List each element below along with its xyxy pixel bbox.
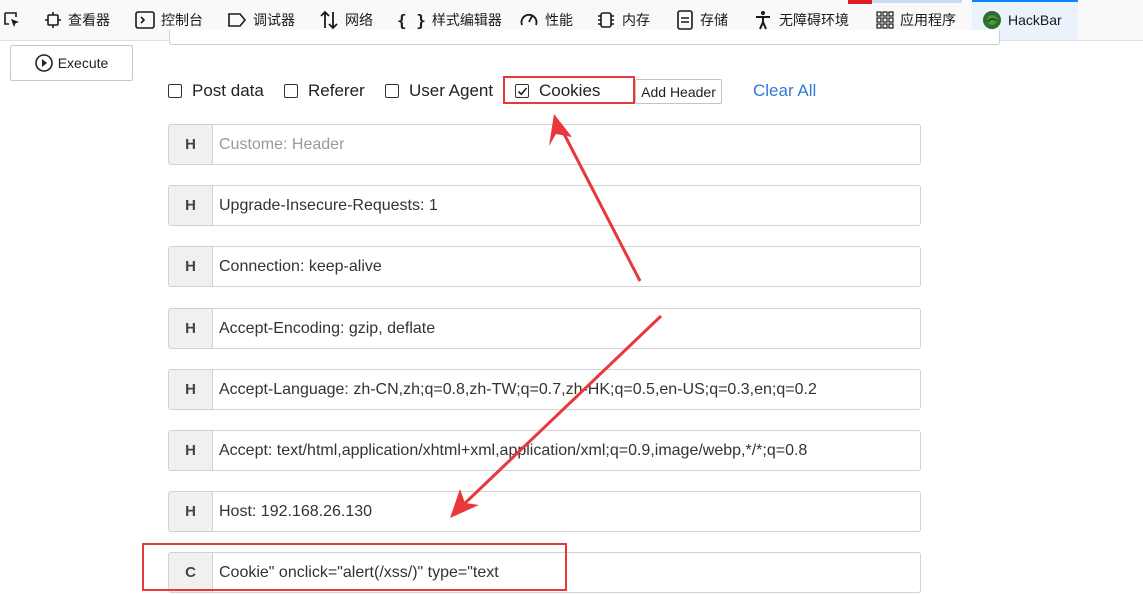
- url-textarea[interactable]: [169, 30, 1000, 45]
- header-type-tag: H: [169, 370, 213, 409]
- header-value-input[interactable]: Accept: text/html,application/xhtml+xml,…: [213, 431, 920, 470]
- element-picker-button[interactable]: [2, 0, 28, 40]
- header-type-tag: H: [169, 431, 213, 470]
- header-type-tag: H: [169, 492, 213, 531]
- tab-label: 内存: [622, 12, 650, 28]
- tab-label: 性能: [545, 12, 573, 28]
- post-data-checkbox[interactable]: [168, 84, 182, 98]
- header-row-custom[interactable]: H Custome: Header: [168, 124, 921, 165]
- header-value-input[interactable]: Accept-Language: zh-CN,zh;q=0.8,zh-TW;q=…: [213, 370, 920, 409]
- memory-icon: [596, 10, 616, 30]
- accessibility-icon: [753, 10, 773, 30]
- user-agent-label: User Agent: [409, 81, 494, 100]
- tab-label: 应用程序: [900, 12, 956, 28]
- post-data-label: Post data: [192, 81, 264, 100]
- header-type-tag: H: [169, 125, 213, 164]
- custom-header-input[interactable]: Custome: Header: [213, 125, 920, 164]
- header-row[interactable]: H Connection: keep-alive: [168, 246, 921, 287]
- cookie-row-highlight-box: [142, 543, 567, 591]
- header-type-tag: H: [169, 186, 213, 225]
- header-value-input[interactable]: Connection: keep-alive: [213, 247, 920, 286]
- header-row[interactable]: H Host: 192.168.26.130: [168, 491, 921, 532]
- hackbar-icon: [982, 10, 1002, 30]
- debugger-icon: [227, 12, 247, 28]
- tab-label: 控制台: [161, 12, 203, 28]
- application-icon: [876, 11, 894, 29]
- console-icon: [135, 11, 155, 29]
- tab-label: 样式编辑器: [431, 12, 502, 28]
- header-type-tag: H: [169, 309, 213, 348]
- cookies-highlight-box: [503, 76, 635, 104]
- style-editor-icon: { }: [397, 10, 426, 30]
- tab-label: 查看器: [68, 12, 110, 28]
- tab-label: 网络: [345, 12, 373, 28]
- storage-icon: [676, 10, 694, 30]
- clear-all-label: Clear All: [753, 81, 817, 100]
- header-value-input[interactable]: Host: 192.168.26.130: [213, 492, 920, 531]
- tab-label: HackBar: [1008, 12, 1062, 28]
- referer-option[interactable]: Referer: [284, 80, 365, 102]
- header-value-input[interactable]: Accept-Encoding: gzip, deflate: [213, 309, 920, 348]
- add-header-button[interactable]: Add Header: [635, 79, 722, 104]
- referer-checkbox[interactable]: [284, 84, 298, 98]
- execute-button[interactable]: Execute: [10, 45, 133, 81]
- network-icon: [319, 10, 339, 30]
- tab-label: 无障碍环境: [779, 12, 849, 28]
- page-edge-red-bar: [848, 0, 872, 4]
- performance-icon: [519, 10, 539, 30]
- tab-inspector[interactable]: 查看器: [44, 0, 110, 40]
- user-agent-checkbox[interactable]: [385, 84, 399, 98]
- header-type-tag: H: [169, 247, 213, 286]
- referer-label: Referer: [308, 81, 365, 100]
- header-row[interactable]: H Accept-Encoding: gzip, deflate: [168, 308, 921, 349]
- element-picker-icon: [2, 10, 22, 30]
- clear-all-link[interactable]: Clear All: [753, 80, 816, 102]
- tab-label: 存储: [700, 12, 728, 28]
- execute-label: Execute: [57, 55, 109, 71]
- header-row[interactable]: H Accept-Language: zh-CN,zh;q=0.8,zh-TW;…: [168, 369, 921, 410]
- inspector-icon: [44, 11, 62, 29]
- post-data-option[interactable]: Post data: [168, 80, 264, 102]
- play-icon: [34, 54, 53, 72]
- tab-label: 调试器: [253, 12, 295, 28]
- header-row[interactable]: H Upgrade-Insecure-Requests: 1: [168, 185, 921, 226]
- header-row[interactable]: H Accept: text/html,application/xhtml+xm…: [168, 430, 921, 471]
- user-agent-option[interactable]: User Agent: [385, 80, 493, 102]
- add-header-label: Add Header: [641, 83, 716, 100]
- header-value-input[interactable]: Upgrade-Insecure-Requests: 1: [213, 186, 920, 225]
